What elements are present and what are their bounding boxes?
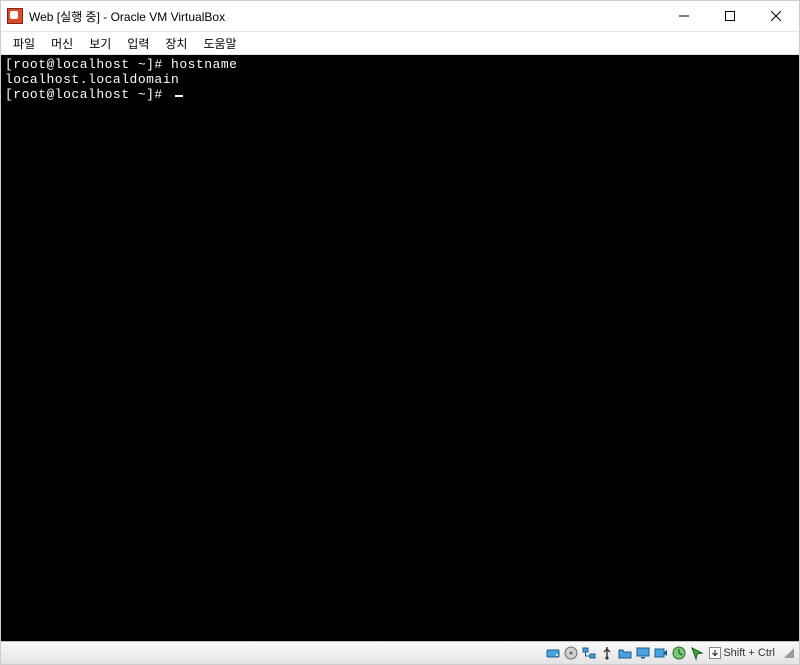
minimize-button[interactable] — [661, 1, 707, 31]
menu-input[interactable]: 입력 — [119, 33, 157, 54]
vm-window: Web [실행 중] - Oracle VM VirtualBox 파일 머신 … — [0, 0, 800, 665]
shared-folders-icon[interactable] — [617, 645, 633, 661]
window-title: Web [실행 중] - Oracle VM VirtualBox — [29, 8, 225, 25]
resize-grip-icon[interactable] — [783, 647, 795, 659]
mouse-integration-icon[interactable] — [689, 645, 705, 661]
close-button[interactable] — [753, 1, 799, 31]
display-icon[interactable] — [635, 645, 651, 661]
virtualbox-icon — [7, 8, 23, 24]
titlebar: Web [실행 중] - Oracle VM VirtualBox — [1, 1, 799, 32]
terminal-line: localhost.localdomain — [5, 72, 795, 87]
cursor-icon — [175, 95, 183, 97]
menubar: 파일 머신 보기 입력 장치 도움말 — [1, 32, 799, 55]
usb-icon[interactable] — [599, 645, 615, 661]
recording-icon[interactable] — [653, 645, 669, 661]
menu-help[interactable]: 도움말 — [195, 33, 244, 54]
hard-disk-icon[interactable] — [545, 645, 561, 661]
network-icon[interactable] — [581, 645, 597, 661]
statusbar: Shift + Ctrl — [1, 641, 799, 664]
terminal-line: [root@localhost ~]# hostname — [5, 57, 795, 72]
maximize-button[interactable] — [707, 1, 753, 31]
arrow-down-icon — [709, 647, 721, 659]
menu-machine[interactable]: 머신 — [43, 33, 81, 54]
host-key-indicator[interactable]: Shift + Ctrl — [707, 647, 779, 659]
vm-processes-icon[interactable] — [671, 645, 687, 661]
guest-terminal[interactable]: [root@localhost ~]# hostnamelocalhost.lo… — [1, 55, 799, 641]
terminal-line: [root@localhost ~]# — [5, 87, 795, 102]
statusbar-icons: Shift + Ctrl — [545, 645, 799, 661]
terminal-prompt: [root@localhost ~]# — [5, 87, 171, 102]
optical-drive-icon[interactable] — [563, 645, 579, 661]
host-key-label: Shift + Ctrl — [723, 647, 775, 659]
menu-devices[interactable]: 장치 — [157, 33, 195, 54]
menu-view[interactable]: 보기 — [81, 33, 119, 54]
menu-file[interactable]: 파일 — [5, 33, 43, 54]
